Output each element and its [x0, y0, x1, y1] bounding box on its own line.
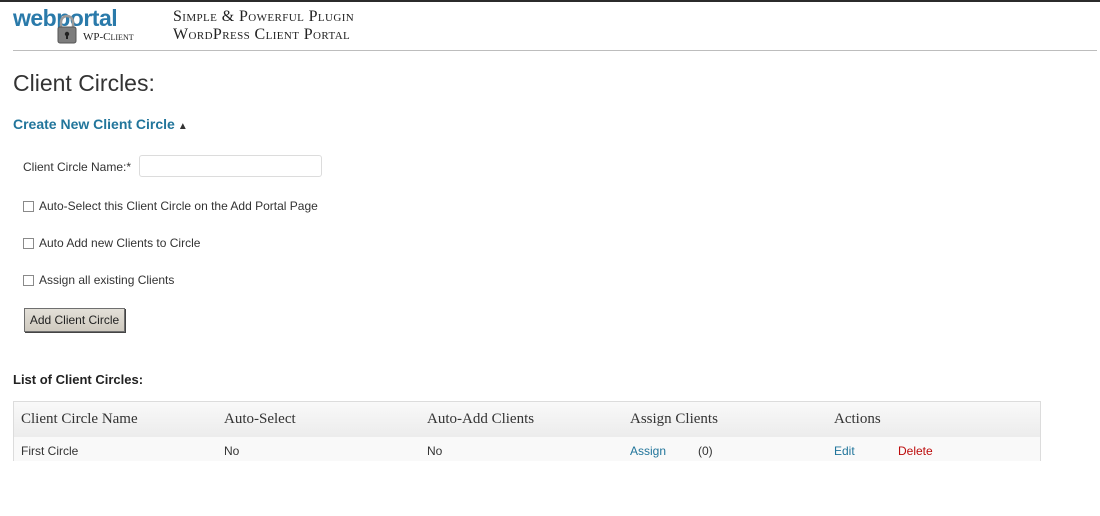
auto-add-cell: No	[427, 444, 443, 458]
webportal-logo: webportal WP-Client	[13, 5, 153, 49]
circle-name-label: Client Circle Name:*	[23, 160, 132, 174]
column-header-auto-select: Auto-Select	[224, 411, 296, 427]
circle-name-input[interactable]	[139, 155, 322, 177]
assign-all-label: Assign all existing Clients	[39, 273, 175, 287]
collapse-arrow-icon: ▲	[177, 121, 188, 132]
auto-select-cell: No	[224, 444, 240, 458]
assign-all-option[interactable]: Assign all existing Clients	[23, 273, 174, 287]
auto-select-checkbox[interactable]	[23, 200, 34, 212]
column-header-name: Client Circle Name	[21, 411, 138, 427]
lock-icon	[57, 14, 77, 44]
logo-subtitle: WP-Client	[83, 31, 134, 43]
assign-link[interactable]: Assign	[630, 444, 666, 458]
list-title: List of Client Circles:	[13, 372, 144, 387]
create-circle-toggle-label: Create New Client Circle	[13, 116, 175, 132]
column-header-assign: Assign Clients	[630, 411, 718, 427]
auto-add-label: Auto Add new Clients to Circle	[39, 236, 201, 250]
add-client-circle-button[interactable]: Add Client Circle	[24, 308, 125, 332]
page-title: Client Circles:	[13, 70, 155, 96]
delete-link[interactable]: Delete	[898, 444, 933, 458]
auto-select-option[interactable]: Auto-Select this Client Circle on the Ad…	[23, 199, 318, 213]
column-header-auto-add: Auto-Add Clients	[427, 411, 535, 427]
table-row: First Circle No No Assign (0) Edit Delet…	[14, 437, 1040, 461]
plugin-header: webportal WP-Client Simple & Powerful Pl…	[0, 2, 1100, 52]
column-header-actions: Actions	[834, 411, 881, 427]
auto-add-option[interactable]: Auto Add new Clients to Circle	[23, 236, 200, 250]
assign-count: (0)	[698, 444, 713, 458]
create-circle-toggle[interactable]: Create New Client Circle ▲	[13, 116, 188, 132]
header-divider	[13, 50, 1097, 51]
tagline-line-2: WordPress Client Portal	[173, 26, 351, 43]
assign-all-checkbox[interactable]	[23, 274, 34, 286]
edit-link[interactable]: Edit	[834, 444, 855, 458]
circle-name-cell: First Circle	[21, 444, 79, 458]
table-header: Client Circle Name Auto-Select Auto-Add …	[14, 402, 1040, 438]
client-circles-table: Client Circle Name Auto-Select Auto-Add …	[13, 401, 1041, 461]
tagline-line-1: Simple & Powerful Plugin	[173, 8, 355, 25]
auto-add-checkbox[interactable]	[23, 237, 34, 249]
auto-select-label: Auto-Select this Client Circle on the Ad…	[39, 199, 318, 213]
tagline: Simple & Powerful Plugin WordPress Clien…	[173, 8, 354, 44]
